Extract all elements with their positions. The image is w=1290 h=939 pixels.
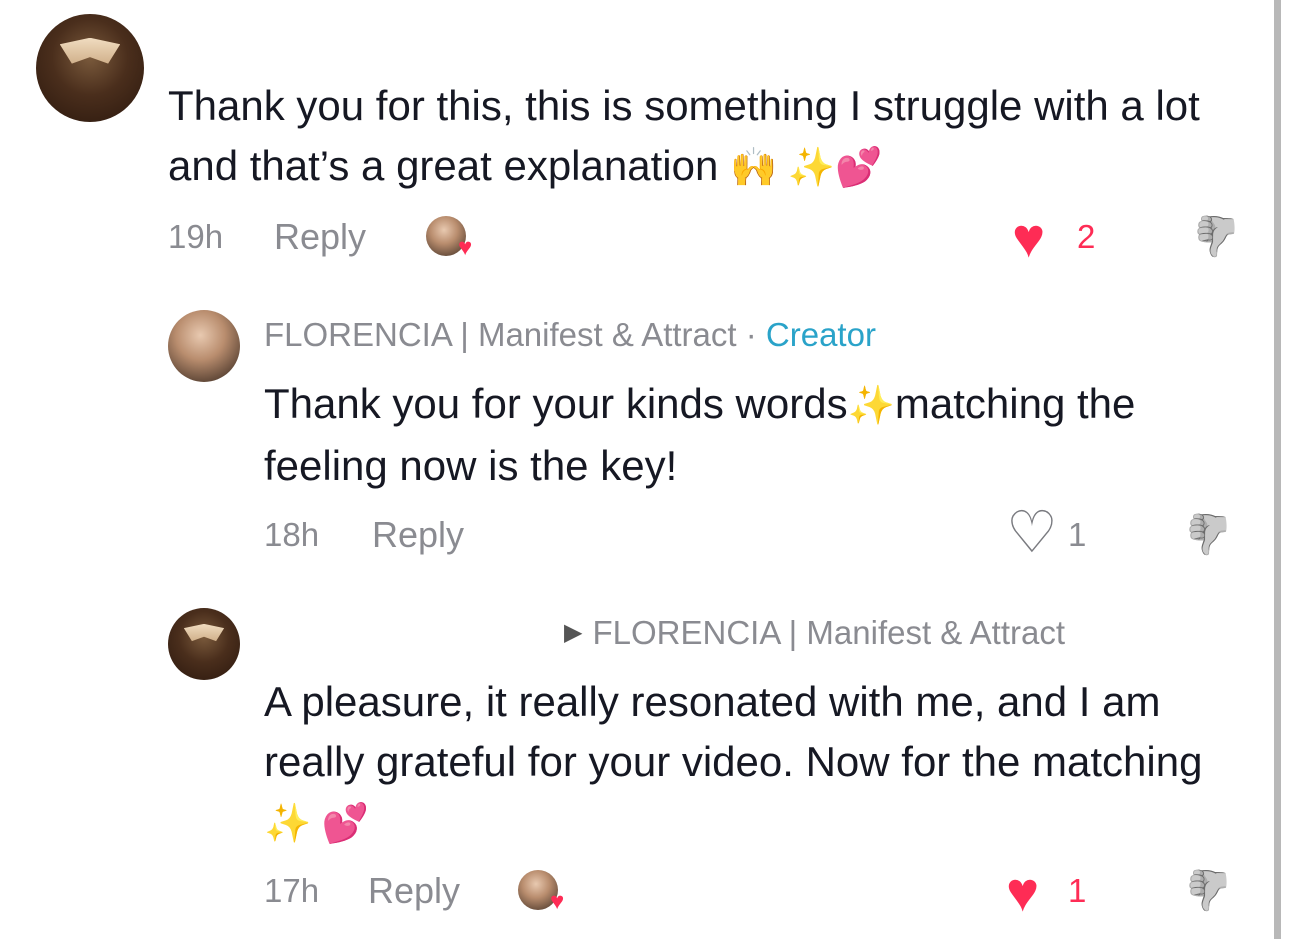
- emoji-group: 🙌 ✨💕: [729, 147, 883, 189]
- like-heart-icon[interactable]: ♥: [1012, 210, 1045, 266]
- emoji-group: ✨ 💕: [264, 803, 370, 845]
- like-heart-outline-icon[interactable]: ♡: [1006, 504, 1058, 562]
- dislike-icon[interactable]: 👍: [1184, 868, 1234, 912]
- dislike-icon[interactable]: 👍: [1184, 512, 1234, 556]
- comment-text: A pleasure, it really resonated with me,…: [264, 678, 1203, 845]
- sparkles-emoji: ✨: [847, 385, 895, 427]
- reply-arrow-icon: ▶: [564, 619, 583, 646]
- reply-button[interactable]: Reply: [368, 870, 460, 912]
- reply-button[interactable]: Reply: [274, 216, 366, 258]
- dislike-icon[interactable]: 👍: [1192, 214, 1242, 258]
- creator-badge: Creator: [765, 316, 876, 353]
- hidden-username: [264, 634, 564, 644]
- comment-time: 18h: [264, 516, 320, 553]
- comment-time: 17h: [264, 872, 320, 909]
- reply-button[interactable]: Reply: [372, 514, 464, 556]
- like-heart-icon[interactable]: ♥: [1006, 864, 1039, 920]
- creator-avatar[interactable]: [168, 310, 240, 382]
- creator-heart-icon: ♥: [458, 234, 473, 261]
- reply-to-label: ▶ FLORENCIA | Manifest & Attract: [264, 614, 1065, 652]
- comment-text: Thank you for this, this is something I …: [168, 82, 1200, 189]
- scrollbar[interactable]: [1274, 0, 1281, 939]
- creator-heart-icon: ♥: [550, 888, 565, 915]
- commenter-avatar[interactable]: [168, 608, 240, 680]
- like-count: 1: [1068, 516, 1087, 553]
- comment-time: 19h: [168, 218, 224, 255]
- commenter-avatar[interactable]: [36, 14, 144, 122]
- comment-username[interactable]: FLORENCIA | Manifest & Attract · Creator: [264, 316, 876, 354]
- like-count: 1: [1068, 872, 1087, 909]
- comment-text: Thank you for your kinds words✨matching …: [264, 380, 1136, 489]
- like-count: 2: [1077, 218, 1096, 255]
